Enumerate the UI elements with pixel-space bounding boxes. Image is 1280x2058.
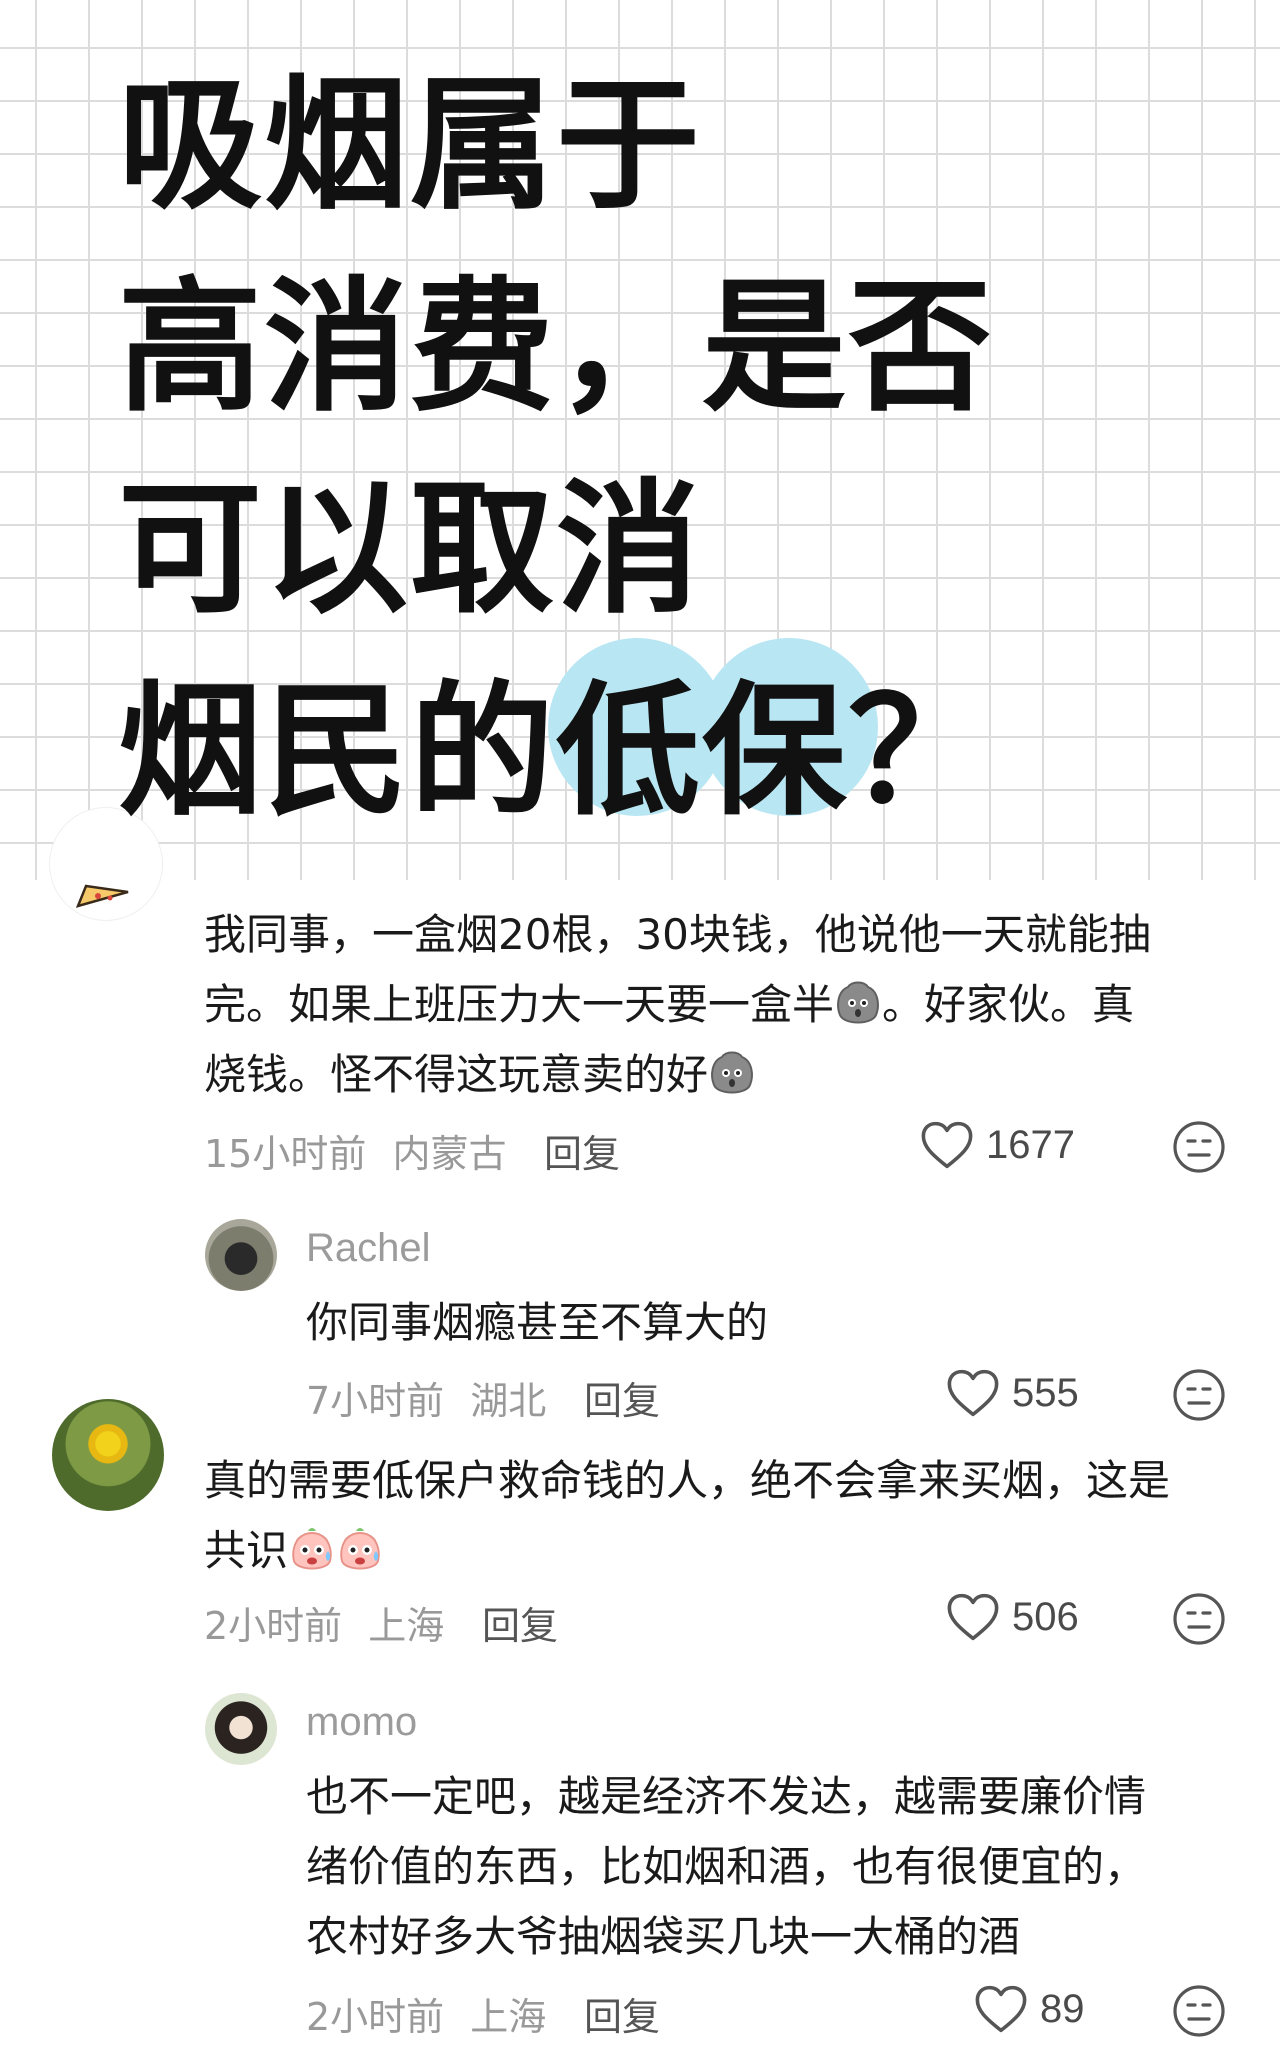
comment-location: 上海 bbox=[470, 1995, 547, 2039]
avatar[interactable] bbox=[205, 1219, 277, 1291]
like-button[interactable]: 1677 bbox=[920, 1120, 1075, 1170]
reply-button[interactable]: 回复 bbox=[584, 1986, 660, 2041]
comment-text: 真的需要低保户救命钱的人，绝不会拿来买烟，这是 共识 bbox=[204, 1446, 1170, 1586]
comment-segment: 共识 bbox=[204, 1526, 289, 1575]
like-button[interactable]: 555 bbox=[946, 1368, 1079, 1418]
shocked-potato-emoji-icon bbox=[834, 979, 882, 1029]
comment-time: 7小时前 bbox=[306, 1379, 445, 1423]
comment-segment: 烧钱。怪不得这玩意卖的好 bbox=[204, 1050, 709, 1099]
comment-segment: 完。如果上班压力大一天要一盒半 bbox=[204, 980, 835, 1029]
comment-feed: 我同事，一盒烟20根，30块钱，他说他一天就能抽 完。如果上班压力大一天要一盒半… bbox=[0, 808, 1280, 2058]
meh-face-icon[interactable] bbox=[1172, 1592, 1226, 1646]
comment-text: 你同事烟瘾甚至不算大的 bbox=[306, 1288, 768, 1358]
comment-location: 湖北 bbox=[470, 1379, 547, 1423]
comment-segment: 。好家伙。真 bbox=[882, 980, 1135, 1029]
reply-button[interactable]: 回复 bbox=[584, 1370, 660, 1425]
headline-line: 可以取消 bbox=[118, 465, 703, 633]
meh-face-icon[interactable] bbox=[1172, 1120, 1226, 1174]
comment-line: 真的需要低保户救命钱的人，绝不会拿来买烟，这是 bbox=[204, 1456, 1171, 1505]
sweating-face-emoji-icon bbox=[336, 1525, 384, 1575]
comment-text: 也不一定吧，越是经济不发达，越需要廉价情 绪价值的东西，比如烟和酒，也有很便宜的… bbox=[306, 1762, 1146, 1972]
pizza-icon bbox=[76, 884, 129, 908]
heart-outline-icon bbox=[946, 1368, 1000, 1418]
reply-author-name[interactable]: momo bbox=[306, 1700, 417, 1745]
headline-line: 高消费，是否 bbox=[118, 263, 995, 431]
comment-line: 共识 bbox=[204, 1516, 1170, 1586]
heart-outline-icon bbox=[920, 1120, 974, 1170]
comment-line: 也不一定吧，越是经济不发达，越需要廉价情 bbox=[306, 1772, 1147, 1821]
like-button[interactable]: 89 bbox=[974, 1984, 1085, 2034]
shocked-potato-emoji-icon bbox=[708, 1049, 756, 1099]
heart-outline-icon bbox=[974, 1984, 1028, 2034]
like-count: 89 bbox=[1040, 1986, 1085, 2031]
comment-meta: 2小时前 上海 bbox=[204, 1595, 444, 1650]
comment-time: 15小时前 bbox=[204, 1132, 367, 1176]
reply-button[interactable]: 回复 bbox=[482, 1595, 558, 1650]
meh-face-icon[interactable] bbox=[1172, 1368, 1226, 1422]
meh-face-icon[interactable] bbox=[1172, 1984, 1226, 2038]
post-cover-banner: 吸烟属于 高消费，是否 可以取消 烟民的低保？ bbox=[0, 0, 1280, 880]
comment-line: 你同事烟瘾甚至不算大的 bbox=[306, 1298, 769, 1347]
heart-outline-icon bbox=[946, 1592, 1000, 1642]
comment-meta: 7小时前 湖北 bbox=[306, 1370, 546, 1425]
reply-author-name[interactable]: Rachel bbox=[306, 1226, 431, 1271]
comment-location: 上海 bbox=[368, 1604, 445, 1648]
avatar[interactable] bbox=[52, 1399, 164, 1511]
headline-line: 烟民的低保？ bbox=[118, 667, 995, 835]
headline-line: 吸烟属于 bbox=[118, 61, 703, 229]
like-button[interactable]: 506 bbox=[946, 1592, 1079, 1642]
comment-line: 我同事，一盒烟20根，30块钱，他说他一天就能抽 bbox=[204, 910, 1151, 959]
comment-line: 绪价值的东西，比如烟和酒，也有很便宜的， bbox=[306, 1842, 1147, 1891]
avatar[interactable] bbox=[205, 1693, 277, 1765]
comment-meta: 2小时前 上海 bbox=[306, 1986, 546, 2041]
comment-meta: 15小时前 内蒙古 bbox=[204, 1123, 506, 1178]
sweating-face-emoji-icon bbox=[288, 1525, 336, 1575]
post-headline: 吸烟属于 高消费，是否 可以取消 烟民的低保？ bbox=[118, 44, 994, 852]
comment-line: 烧钱。怪不得这玩意卖的好 bbox=[204, 1040, 1151, 1110]
comment-time: 2小时前 bbox=[204, 1604, 343, 1648]
like-count: 555 bbox=[1012, 1370, 1079, 1415]
like-count: 506 bbox=[1012, 1594, 1079, 1639]
reply-button[interactable]: 回复 bbox=[544, 1123, 620, 1178]
comment-text: 我同事，一盒烟20根，30块钱，他说他一天就能抽 完。如果上班压力大一天要一盒半… bbox=[204, 900, 1151, 1110]
like-count: 1677 bbox=[986, 1122, 1075, 1167]
comment-location: 内蒙古 bbox=[392, 1132, 507, 1176]
comment-line: 农村好多大爷抽烟袋买几块一大桶的酒 bbox=[306, 1912, 1021, 1961]
comment-time: 2小时前 bbox=[306, 1995, 445, 2039]
comment-line: 完。如果上班压力大一天要一盒半 。好家伙。真 bbox=[204, 970, 1151, 1040]
